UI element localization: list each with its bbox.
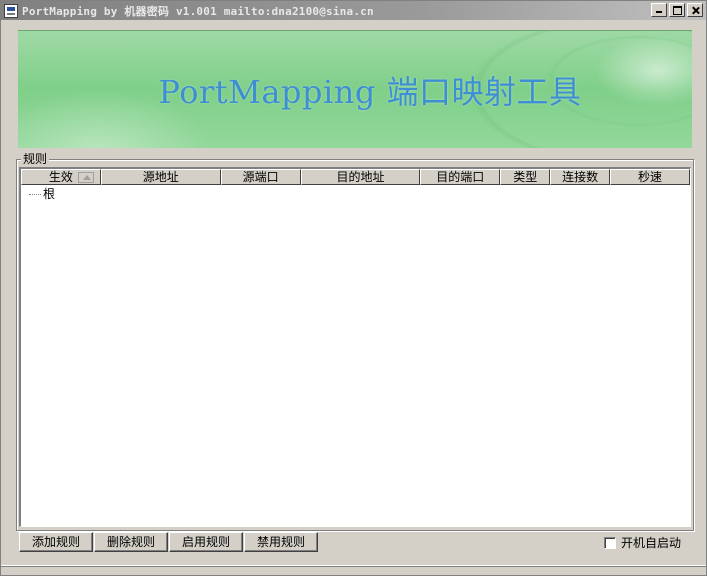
- list-header: 生效 源地址 源端口 目的地址 目的端口 类型 连接数 秒速: [21, 169, 690, 185]
- autostart-option[interactable]: 开机自启动: [604, 536, 681, 550]
- tree-line-icon: [29, 193, 41, 195]
- column-header-dest-address[interactable]: 目的地址: [300, 169, 421, 185]
- add-rule-button[interactable]: 添加规则: [19, 532, 93, 552]
- app-icon[interactable]: [4, 3, 18, 18]
- banner-image: PortMapping 端口映射工具: [18, 30, 692, 148]
- autostart-label[interactable]: 开机自启动: [621, 536, 681, 550]
- delete-rule-button[interactable]: 删除规则: [94, 532, 168, 552]
- close-icon[interactable]: [687, 3, 703, 17]
- autostart-checkbox[interactable]: [604, 537, 616, 549]
- app-window: PortMapping by 机器密码 v1.001 mailto:dna210…: [0, 0, 707, 576]
- column-header-type[interactable]: 类型: [500, 169, 551, 185]
- list-body: 根: [21, 185, 690, 201]
- rules-list-view[interactable]: 生效 源地址 源端口 目的地址 目的端口 类型 连接数 秒速 根: [19, 167, 691, 527]
- column-header-dest-port[interactable]: 目的端口: [420, 169, 501, 185]
- column-header-connections[interactable]: 连接数: [550, 169, 611, 185]
- window-title: PortMapping by 机器密码 v1.001 mailto:dna210…: [22, 4, 374, 18]
- sort-arrow-icon: [77, 172, 94, 183]
- disable-rule-button[interactable]: 禁用规则: [244, 532, 318, 552]
- column-header-source-address[interactable]: 源地址: [100, 169, 221, 185]
- banner-title: PortMapping 端口映射工具: [158, 72, 582, 111]
- maximize-icon[interactable]: [669, 3, 685, 17]
- minimize-icon[interactable]: [651, 3, 667, 17]
- rules-group-label: 规则: [21, 152, 50, 166]
- column-header-speed[interactable]: 秒速: [610, 169, 690, 185]
- title-bar[interactable]: PortMapping by 机器密码 v1.001 mailto:dna210…: [1, 1, 706, 20]
- window-controls: [649, 3, 703, 17]
- column-label: 生效: [48, 170, 73, 184]
- column-header-source-port[interactable]: 源端口: [220, 169, 301, 185]
- column-header-enabled[interactable]: 生效: [21, 169, 101, 185]
- tree-root-item[interactable]: 根: [21, 187, 690, 201]
- tree-root-label: 根: [43, 187, 56, 201]
- status-divider-shadow: [1, 566, 706, 567]
- enable-rule-button[interactable]: 启用规则: [169, 532, 243, 552]
